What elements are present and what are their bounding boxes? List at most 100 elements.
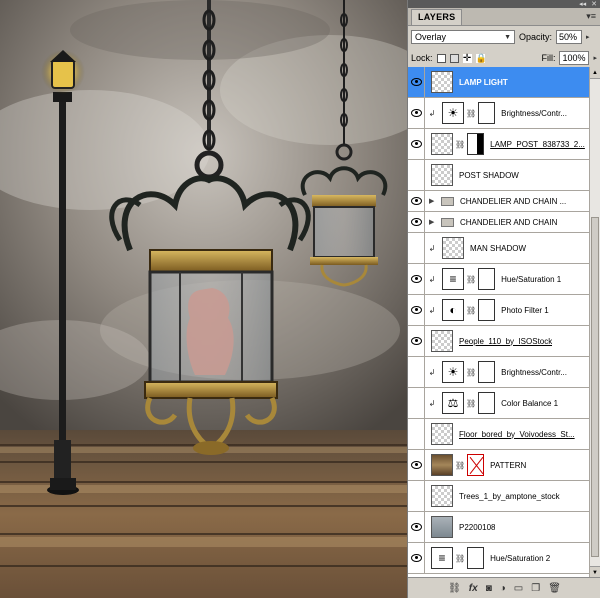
link-icon[interactable]: ⛓ (466, 399, 476, 408)
layer-thumbnail (442, 237, 464, 259)
visibility-toggle[interactable] (408, 129, 425, 159)
visibility-toggle[interactable] (408, 419, 425, 449)
layer-mask-thumbnail[interactable] (467, 547, 485, 569)
layers-bottom-toolbar: ⛓ fx ◙ ◑ ▭ ❐ 🗑 (408, 577, 600, 598)
add-mask-icon[interactable]: ◙ (486, 583, 492, 594)
layer-row[interactable]: Trees_1_by_amptone_stock (408, 481, 590, 512)
visibility-toggle[interactable] (408, 326, 425, 356)
layer-row[interactable]: People_110_by_ISOStock (408, 326, 590, 357)
new-adjustment-icon[interactable]: ◑ (500, 583, 506, 594)
visibility-toggle[interactable] (408, 212, 425, 232)
layer-row[interactable]: ↲ ☀ ⛓ Brightness/Contr... (408, 98, 590, 129)
layer-name[interactable]: People_110_by_ISOStock (459, 337, 552, 346)
opacity-field[interactable]: 50% (556, 30, 583, 44)
layer-row[interactable]: ↲ ≡ ⛓ Hue/Saturation 1 (408, 264, 590, 295)
layer-row[interactable]: ↲ ◐ ⛓ Photo Filter 1 (408, 295, 590, 326)
layer-row[interactable]: ↲ ☀ ⛓ Brightness/Contr... (408, 357, 590, 388)
layer-mask-thumbnail[interactable] (478, 392, 496, 414)
expand-arrow-icon[interactable]: ▶ (429, 197, 437, 205)
layer-name[interactable]: Hue/Saturation 2 (490, 554, 550, 563)
hue-saturation-adjustment-icon: ≡ (431, 547, 453, 569)
layer-mask-thumbnail[interactable] (478, 361, 496, 383)
visibility-toggle[interactable] (408, 512, 425, 542)
visibility-toggle[interactable] (408, 264, 425, 294)
layer-row[interactable]: POST SHADOW (408, 160, 590, 191)
link-icon[interactable]: ⛓ (466, 368, 476, 377)
layer-name[interactable]: LAMP_POST_838733_2... (490, 140, 585, 149)
fill-field[interactable]: 100% (559, 51, 590, 65)
opacity-slider-icon[interactable]: ▸ (586, 33, 590, 41)
layer-thumbnail (431, 330, 453, 352)
layer-row[interactable]: LAMP LIGHT (408, 67, 590, 98)
layer-name[interactable]: Hue/Saturation 1 (501, 275, 561, 284)
lock-transparent-icon[interactable] (436, 53, 446, 63)
layer-mask-thumbnail[interactable] (467, 133, 485, 155)
link-icon[interactable]: ⛓ (466, 306, 476, 315)
blend-mode-select[interactable]: Overlay ▼ (411, 30, 515, 44)
layer-group-row[interactable]: ▶ CHANDELIER AND CHAIN (408, 212, 590, 233)
close-icon[interactable]: ✕ (591, 0, 597, 8)
fx-icon[interactable]: fx (469, 583, 478, 594)
layer-name[interactable]: Brightness/Contr... (501, 109, 567, 118)
layer-name[interactable]: CHANDELIER AND CHAIN ... (460, 197, 566, 206)
link-icon[interactable]: ⛓ (455, 554, 465, 563)
layer-name[interactable]: LAMP LIGHT (459, 78, 508, 87)
eye-icon (410, 140, 422, 148)
lock-image-icon[interactable] (449, 53, 459, 63)
layer-row[interactable]: ⛓ PATTERN (408, 450, 590, 481)
visibility-toggle[interactable] (408, 191, 425, 211)
lock-position-icon[interactable]: ✛ (462, 53, 472, 63)
visibility-toggle[interactable] (408, 450, 425, 480)
layer-row[interactable]: ↲ ⚖ ⛓ Color Balance 1 (408, 388, 590, 419)
visibility-toggle[interactable] (408, 67, 425, 97)
layer-mask-thumbnail[interactable] (478, 268, 496, 290)
visibility-toggle[interactable] (408, 295, 425, 325)
color-balance-adjustment-icon: ⚖ (442, 392, 464, 414)
layer-name[interactable]: PATTERN (490, 461, 526, 470)
visibility-toggle[interactable] (408, 357, 425, 387)
trash-icon[interactable]: 🗑 (548, 583, 561, 594)
disabled-mask-thumbnail[interactable] (467, 454, 485, 476)
collapse-icon[interactable]: ◂◂ (579, 0, 586, 8)
visibility-toggle[interactable] (408, 233, 425, 263)
panel-menu-icon[interactable]: ▾≡ (586, 11, 596, 22)
link-layers-icon[interactable]: ⛓ (448, 583, 461, 594)
visibility-toggle[interactable] (408, 481, 425, 511)
layer-row[interactable]: ≡ ⛓ Hue/Saturation 2 (408, 543, 590, 574)
link-icon[interactable]: ⛓ (455, 461, 465, 470)
canvas-image[interactable] (0, 0, 407, 598)
layer-name[interactable]: P2200108 (459, 523, 495, 532)
new-layer-icon[interactable]: ❐ (531, 583, 540, 594)
layer-row[interactable]: ↲ MAN SHADOW (408, 233, 590, 264)
layer-name[interactable]: MAN SHADOW (470, 244, 526, 253)
layer-name[interactable]: CHANDELIER AND CHAIN (460, 218, 557, 227)
layer-mask-thumbnail[interactable] (478, 299, 496, 321)
visibility-toggle[interactable] (408, 98, 425, 128)
layer-name[interactable]: POST SHADOW (459, 171, 519, 180)
scroll-up-icon[interactable]: ▲ (590, 67, 600, 79)
layer-mask-thumbnail[interactable] (478, 102, 496, 124)
clip-arrow-icon: ↲ (428, 243, 436, 253)
layer-name[interactable]: Color Balance 1 (501, 399, 558, 408)
layer-group-row[interactable]: ▶ CHANDELIER AND CHAIN ... (408, 191, 590, 212)
layer-name[interactable]: Floor_bored_by_Voivodess_St... (459, 430, 575, 439)
layer-name[interactable]: Photo Filter 1 (501, 306, 549, 315)
visibility-toggle[interactable] (408, 388, 425, 418)
scroll-thumb[interactable] (591, 217, 599, 557)
layer-row[interactable]: ⛓ LAMP_POST_838733_2... (408, 129, 590, 160)
tab-layers[interactable]: LAYERS (411, 9, 463, 25)
layer-name[interactable]: Brightness/Contr... (501, 368, 567, 377)
link-icon[interactable]: ⛓ (466, 109, 476, 118)
layer-row[interactable]: P2200108 (408, 512, 590, 543)
link-icon[interactable]: ⛓ (466, 275, 476, 284)
link-icon[interactable]: ⛓ (455, 140, 465, 149)
new-group-icon[interactable]: ▭ (514, 583, 523, 594)
fill-slider-icon[interactable]: ▸ (593, 54, 597, 62)
expand-arrow-icon[interactable]: ▶ (429, 218, 437, 226)
layer-row[interactable]: Floor_bored_by_Voivodess_St... (408, 419, 590, 450)
layers-scrollbar[interactable]: ▲ ▼ (589, 67, 600, 578)
layer-name[interactable]: Trees_1_by_amptone_stock (459, 492, 560, 501)
visibility-toggle[interactable] (408, 160, 425, 190)
visibility-toggle[interactable] (408, 543, 425, 573)
lock-all-icon[interactable]: 🔒 (475, 53, 487, 63)
